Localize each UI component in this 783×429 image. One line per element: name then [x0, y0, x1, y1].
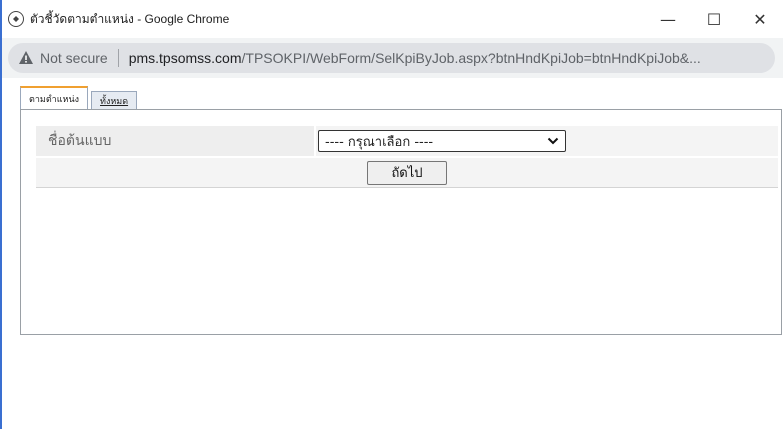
url-domain: pms.tpsomss.com [128, 50, 242, 66]
address-bar: Not secure pms.tpsomss.com/TPSOKPI/WebFo… [2, 38, 783, 78]
url-text[interactable]: pms.tpsomss.com/TPSOKPI/WebForm/SelKpiBy… [129, 50, 701, 66]
template-cell: ---- กรุณาเลือก ---- [316, 126, 778, 156]
minimize-button[interactable]: — [645, 0, 691, 38]
chevron-down-icon [547, 137, 559, 145]
globe-icon [8, 11, 24, 27]
window-title: ตัวชี้วัดตามตำแหน่ง - Google Chrome [30, 11, 230, 26]
page-content: ตามตำแหน่ง ทั้งหมด ชื่อต้นแบบ ---- กรุณา… [2, 78, 783, 429]
tab-all[interactable]: ทั้งหมด [91, 91, 138, 110]
close-button[interactable]: ✕ [737, 0, 783, 38]
form-row-template: ชื่อต้นแบบ ---- กรุณาเลือก ---- [36, 126, 778, 156]
form-table: ชื่อต้นแบบ ---- กรุณาเลือก ---- ถัดไป [36, 126, 778, 188]
template-select-value: ---- กรุณาเลือก ---- [325, 134, 434, 150]
tab-panel: ชื่อต้นแบบ ---- กรุณาเลือก ---- ถัดไป [20, 109, 782, 335]
security-status[interactable]: Not secure [40, 50, 108, 66]
tab-by-position[interactable]: ตามตำแหน่ง [20, 86, 89, 110]
url-field[interactable]: Not secure pms.tpsomss.com/TPSOKPI/WebFo… [8, 43, 775, 73]
warning-icon[interactable] [18, 50, 34, 66]
window-controls: — ☐ ✕ [645, 0, 783, 38]
template-select[interactable]: ---- กรุณาเลือก ---- [318, 130, 566, 152]
url-path: /TPSOKPI/WebForm/SelKpiByJob.aspx?btnHnd… [241, 50, 701, 66]
next-button[interactable]: ถัดไป [367, 160, 447, 185]
form-row-actions: ถัดไป [36, 158, 778, 188]
template-label: ชื่อต้นแบบ [36, 126, 316, 156]
tab-strip: ตามตำแหน่ง ทั้งหมด [20, 86, 140, 110]
maximize-button[interactable]: ☐ [691, 0, 737, 38]
window-titlebar[interactable]: ตัวชี้วัดตามตำแหน่ง - Google Chrome — ☐ … [2, 0, 783, 38]
address-divider [117, 49, 119, 67]
